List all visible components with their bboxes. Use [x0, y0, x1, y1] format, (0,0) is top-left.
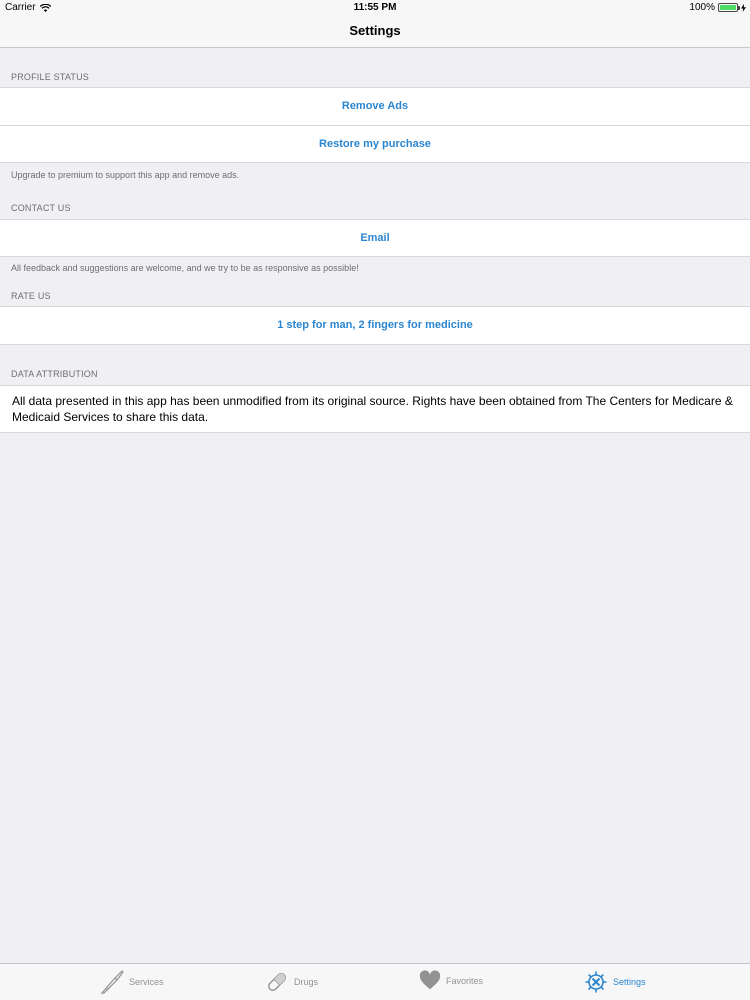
tab-favorites-label: Favorites — [446, 976, 484, 986]
battery-icon — [718, 3, 740, 12]
contact-us-footer: All feedback and suggestions are welcome… — [11, 263, 359, 273]
profile-status-header: PROFILE STATUS — [11, 72, 89, 82]
settings-icon — [585, 971, 607, 993]
tab-settings-label: Settings — [613, 977, 646, 987]
remove-ads-button[interactable]: Remove Ads — [0, 87, 750, 126]
status-right: 100% — [689, 2, 746, 13]
contact-us-header: CONTACT US — [11, 203, 71, 213]
data-attribution-header: DATA ATTRIBUTION — [11, 369, 98, 379]
data-attribution-text: All data presented in this app has been … — [0, 385, 750, 433]
tab-drugs-label: Drugs — [294, 977, 319, 987]
tab-favorites[interactable]: Favorites — [419, 970, 483, 992]
status-time: 11:55 PM — [353, 2, 397, 13]
page-title: Settings — [349, 23, 401, 38]
tab-settings[interactable]: Settings — [584, 970, 646, 994]
status-bar: Carrier 11:55 PM 100% — [0, 0, 750, 16]
tab-services[interactable]: Services — [100, 970, 164, 994]
email-button[interactable]: Email — [0, 219, 750, 257]
tab-bar: Services Drugs Favorites Settings — [0, 963, 750, 1000]
battery-percent: 100% — [689, 2, 715, 13]
charging-icon — [741, 3, 746, 12]
profile-status-footer: Upgrade to premium to support this app a… — [11, 170, 240, 180]
rate-us-header: RATE US — [11, 291, 51, 301]
pill-icon — [268, 973, 286, 991]
restore-purchase-button[interactable]: Restore my purchase — [0, 125, 750, 163]
tab-services-label: Services — [129, 977, 164, 987]
heart-icon — [419, 970, 441, 990]
navigation-bar: Settings — [0, 16, 750, 48]
scalpel-icon — [100, 970, 124, 994]
tab-drugs[interactable]: Drugs — [265, 970, 318, 994]
rate-app-button[interactable]: 1 step for man, 2 fingers for medicine — [0, 306, 750, 345]
